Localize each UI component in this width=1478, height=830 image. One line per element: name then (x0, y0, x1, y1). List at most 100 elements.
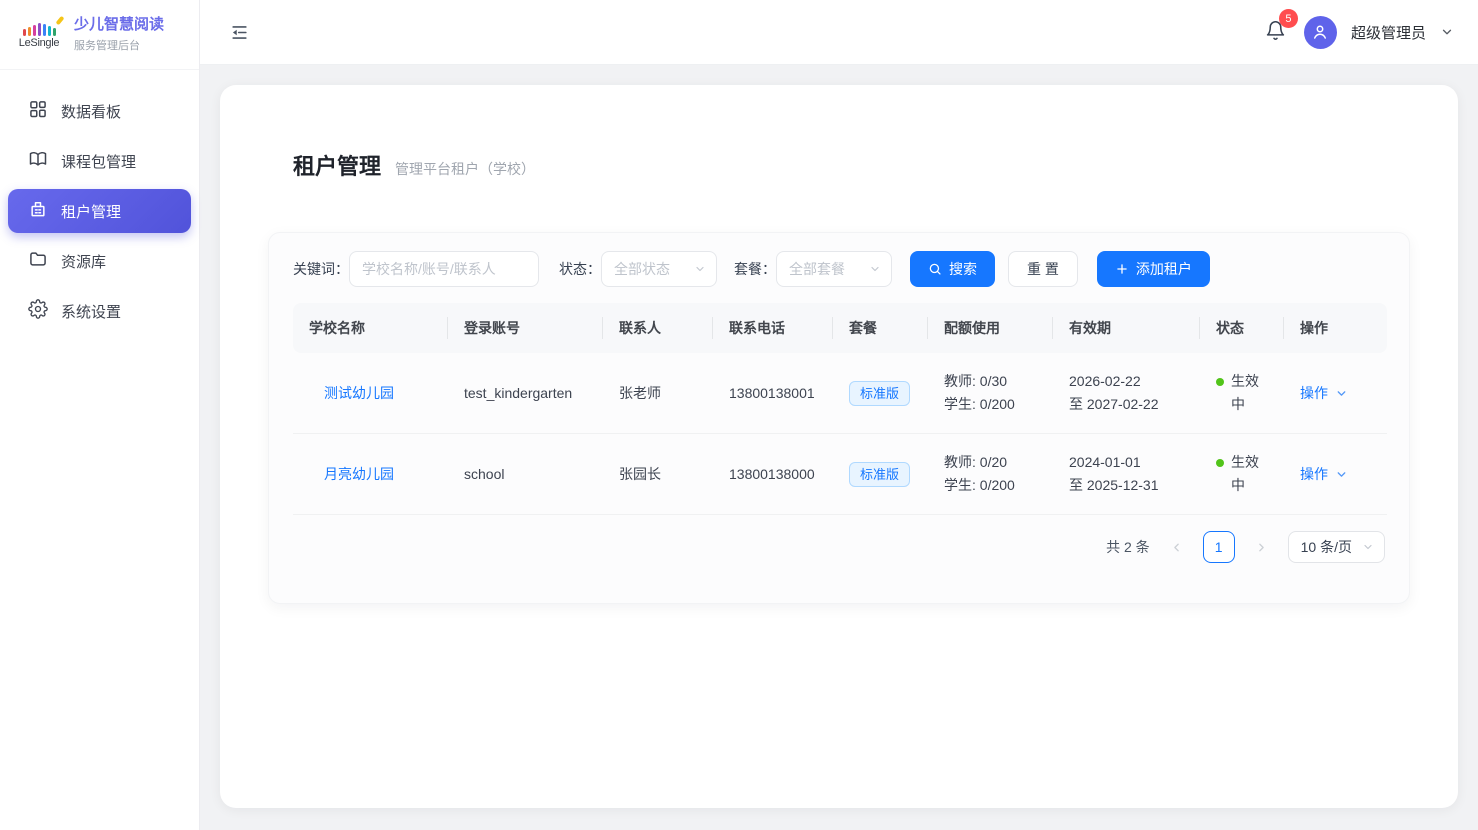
status-cell: 生效中 (1216, 370, 1268, 416)
table-header: 学校名称 登录账号 联系人 联系电话 套餐 配额使用 有效期 状态 操作 (293, 303, 1387, 353)
content-card: 租户管理 管理平台租户（学校） 关键词： 状态： 全部状态 套餐： 全部套餐 (220, 85, 1458, 808)
sidebar-item-settings[interactable]: 系统设置 (8, 289, 191, 333)
page-subtitle: 管理平台租户（学校） (395, 159, 535, 179)
prev-page-button[interactable] (1164, 537, 1189, 558)
plan-tag: 标准版 (849, 462, 910, 487)
tenant-panel: 关键词： 状态： 全部状态 套餐： 全部套餐 搜索 重 置 (268, 232, 1410, 604)
tenant-table: 学校名称 登录账号 联系人 联系电话 套餐 配额使用 有效期 状态 操作 测试幼… (293, 303, 1387, 515)
notification-badge: 5 (1279, 9, 1298, 28)
school-name-link[interactable]: 月亮幼儿园 (324, 466, 394, 482)
sidebar-item-tenants[interactable]: 租户管理 (8, 189, 191, 233)
chevron-down-icon (869, 263, 881, 275)
status-select[interactable]: 全部状态 (601, 251, 717, 287)
plan-tag: 标准版 (849, 381, 910, 406)
chevron-down-icon (694, 263, 706, 275)
status-dot-icon (1216, 459, 1224, 467)
brand-subtitle: 服务管理后台 (74, 37, 164, 53)
phone-cell: 13800138001 (713, 353, 833, 434)
search-icon (928, 262, 942, 276)
chevron-down-icon (1362, 541, 1374, 553)
search-button-label: 搜索 (949, 259, 977, 279)
row-actions-label: 操作 (1300, 382, 1328, 405)
next-page-button[interactable] (1249, 537, 1274, 558)
topbar: 5 超级管理员 (200, 0, 1478, 65)
quota-cell: 教师: 0/30 学生: 0/200 (928, 353, 1053, 434)
contact-cell: 张园长 (603, 434, 713, 515)
brand-title: 少儿智慧阅读 (74, 16, 164, 34)
status-badge: 生效中 (1231, 370, 1263, 416)
gear-icon (28, 299, 48, 323)
plan-label: 套餐： (734, 259, 776, 279)
sidebar-item-dashboard[interactable]: 数据看板 (8, 89, 191, 133)
avatar[interactable] (1304, 16, 1337, 49)
status-select-value: 全部状态 (614, 259, 670, 279)
plan-select-value: 全部套餐 (789, 259, 845, 279)
quota-cell: 教师: 0/20 学生: 0/200 (928, 434, 1053, 515)
folder-icon (28, 249, 48, 273)
row-actions-dropdown[interactable]: 操作 (1300, 463, 1348, 486)
reset-button[interactable]: 重 置 (1008, 251, 1078, 287)
status-dot-icon (1216, 378, 1224, 386)
validity-cell: 2026-02-22 至 2027-02-22 (1053, 353, 1200, 434)
building-icon (28, 199, 48, 223)
chevron-left-icon (1170, 541, 1183, 554)
col-actions: 操作 (1284, 303, 1387, 353)
sidebar-item-label: 资源库 (61, 251, 106, 272)
quota-students: 学生: 0/200 (944, 474, 1037, 497)
pagination-total: 共 2 条 (1106, 537, 1150, 557)
notifications-button[interactable]: 5 (1261, 16, 1290, 48)
school-name-link[interactable]: 测试幼儿园 (324, 385, 394, 401)
chevron-right-icon (1255, 541, 1268, 554)
dashboard-icon (28, 99, 48, 123)
status-label: 状态： (559, 259, 601, 279)
book-icon (28, 149, 48, 173)
sidebar-item-course-packages[interactable]: 课程包管理 (8, 139, 191, 183)
sidebar-item-label: 系统设置 (61, 301, 121, 322)
add-tenant-button[interactable]: 添加租户 (1097, 251, 1210, 287)
chevron-down-icon (1335, 387, 1348, 400)
page-size-value: 10 条/页 (1301, 537, 1352, 557)
quota-students: 学生: 0/200 (944, 393, 1037, 416)
table-row: 月亮幼儿园 school 张园长 13800138000 标准版 教师: 0/2… (293, 434, 1387, 515)
sidebar-collapse-button[interactable] (230, 23, 249, 42)
logo-wordmark: LeSingle (14, 37, 64, 49)
contact-cell: 张老师 (603, 353, 713, 434)
brand-area: LeSingle 少儿智慧阅读 服务管理后台 (0, 0, 199, 70)
col-school: 学校名称 (293, 303, 448, 353)
add-tenant-button-label: 添加租户 (1136, 259, 1192, 279)
keyword-input[interactable] (349, 251, 539, 287)
valid-from: 2026-02-22 (1069, 370, 1184, 393)
col-status: 状态 (1200, 303, 1284, 353)
table-row: 测试幼儿园 test_kindergarten 张老师 13800138001 … (293, 353, 1387, 434)
status-badge: 生效中 (1231, 451, 1263, 497)
page-size-select[interactable]: 10 条/页 (1288, 531, 1385, 563)
page-number-button[interactable]: 1 (1203, 531, 1235, 563)
col-quota: 配额使用 (928, 303, 1053, 353)
plus-icon (1115, 262, 1129, 276)
keyword-label: 关键词： (293, 259, 349, 279)
topbar-right: 5 超级管理员 (1261, 16, 1454, 49)
phone-cell: 13800138000 (713, 434, 833, 515)
validity-cell: 2024-01-01 至 2025-12-31 (1053, 434, 1200, 515)
sidebar-menu: 数据看板 课程包管理 租户管理 资源库 系统设置 (0, 70, 199, 358)
sidebar-item-resources[interactable]: 资源库 (8, 239, 191, 283)
row-actions-dropdown[interactable]: 操作 (1300, 382, 1348, 405)
col-plan: 套餐 (833, 303, 928, 353)
pagination: 共 2 条 1 10 条/页 (293, 531, 1385, 563)
col-phone: 联系电话 (713, 303, 833, 353)
plan-select[interactable]: 全部套餐 (776, 251, 892, 287)
sidebar-item-label: 课程包管理 (61, 151, 136, 172)
page-title: 租户管理 (293, 149, 381, 181)
quota-teachers: 教师: 0/20 (944, 451, 1037, 474)
col-account: 登录账号 (448, 303, 603, 353)
sidebar: LeSingle 少儿智慧阅读 服务管理后台 数据看板 课程包管理 租户管理 (0, 0, 200, 830)
search-button[interactable]: 搜索 (910, 251, 995, 287)
valid-to: 至 2025-12-31 (1069, 474, 1184, 497)
reset-button-label: 重 置 (1027, 259, 1059, 279)
sidebar-item-label: 数据看板 (61, 101, 121, 122)
user-icon (1311, 23, 1329, 41)
main-area: 租户管理 管理平台租户（学校） 关键词： 状态： 全部状态 套餐： 全部套餐 (200, 65, 1478, 830)
col-validity: 有效期 (1053, 303, 1200, 353)
chevron-down-icon[interactable] (1440, 25, 1454, 39)
lesingle-logo-icon: LeSingle (14, 20, 64, 49)
